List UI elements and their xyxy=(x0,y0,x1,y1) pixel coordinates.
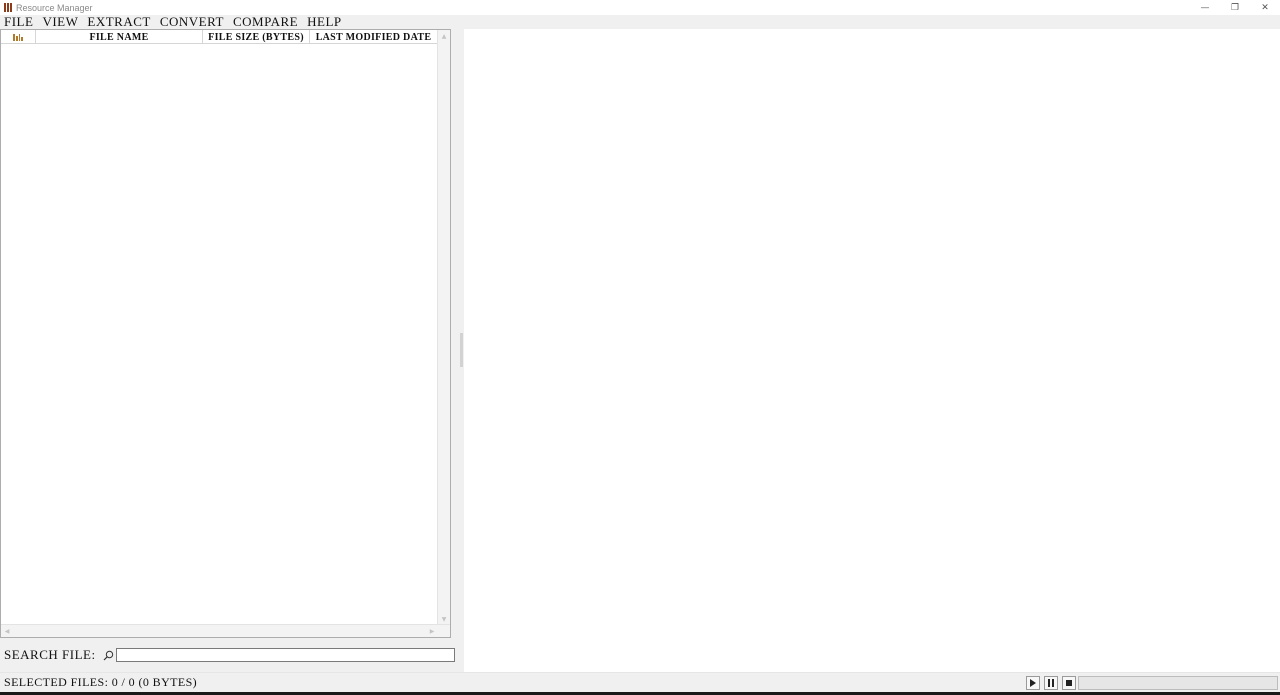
status-bar: Selected files: 0 / 0 (0 bytes) xyxy=(0,672,1280,692)
menu-compare[interactable]: Compare xyxy=(233,15,298,29)
file-list-panel[interactable]: File Name File Size (bytes) Last Modifie… xyxy=(0,29,451,638)
close-icon: ✕ xyxy=(1261,2,1269,13)
scroll-right-icon[interactable]: ▶ xyxy=(426,625,438,637)
splitter-grip[interactable] xyxy=(460,333,463,367)
menu-file[interactable]: File xyxy=(4,15,33,29)
play-icon xyxy=(1030,679,1036,687)
window-controls: — ❐ ✕ xyxy=(1190,0,1280,15)
menu-help[interactable]: Help xyxy=(307,15,342,29)
file-table-header: File Name File Size (bytes) Last Modifie… xyxy=(1,30,438,44)
column-header-last-modified[interactable]: Last Modified date xyxy=(310,30,437,44)
magnifier-icon xyxy=(103,649,114,661)
column-header-icon[interactable] xyxy=(1,30,36,44)
media-controls xyxy=(1026,676,1076,690)
stop-icon xyxy=(1066,680,1072,686)
minimize-icon: — xyxy=(1200,2,1210,13)
selected-files-status: Selected files: 0 / 0 (0 bytes) xyxy=(4,675,198,689)
file-type-icon xyxy=(13,33,23,41)
column-header-file-size[interactable]: File Size (bytes) xyxy=(203,30,310,44)
window-title: Resource Manager xyxy=(16,2,93,13)
search-label: Search File: xyxy=(4,647,96,662)
vertical-scrollbar[interactable]: ▲ ▼ xyxy=(437,30,450,625)
minimize-button[interactable]: — xyxy=(1190,0,1220,15)
menu-view[interactable]: View xyxy=(42,15,78,29)
menu-convert[interactable]: Convert xyxy=(160,15,224,29)
menu-bar: File View Extract Convert Compare Help xyxy=(0,15,1280,29)
preview-panel[interactable] xyxy=(464,29,1280,672)
menu-extract[interactable]: Extract xyxy=(87,15,150,29)
restore-button[interactable]: ❐ xyxy=(1220,0,1250,15)
scroll-up-icon[interactable]: ▲ xyxy=(438,30,450,42)
bookshelf-icon xyxy=(4,3,13,12)
panel-splitter[interactable] xyxy=(455,29,463,672)
progress-bar xyxy=(1078,676,1278,690)
scroll-left-icon[interactable]: ◀ xyxy=(1,625,13,637)
play-button[interactable] xyxy=(1026,676,1040,690)
search-input[interactable] xyxy=(116,648,455,662)
pause-icon xyxy=(1048,679,1054,687)
stop-button[interactable] xyxy=(1062,676,1076,690)
close-button[interactable]: ✕ xyxy=(1250,0,1280,15)
title-bar: Resource Manager — ❐ ✕ xyxy=(0,0,1280,15)
column-header-file-name[interactable]: File Name xyxy=(36,30,203,44)
horizontal-scrollbar[interactable]: ◀ ▶ xyxy=(1,624,450,637)
restore-icon: ❐ xyxy=(1230,2,1240,13)
pause-button[interactable] xyxy=(1044,676,1058,690)
search-row: Search File: xyxy=(0,646,455,664)
